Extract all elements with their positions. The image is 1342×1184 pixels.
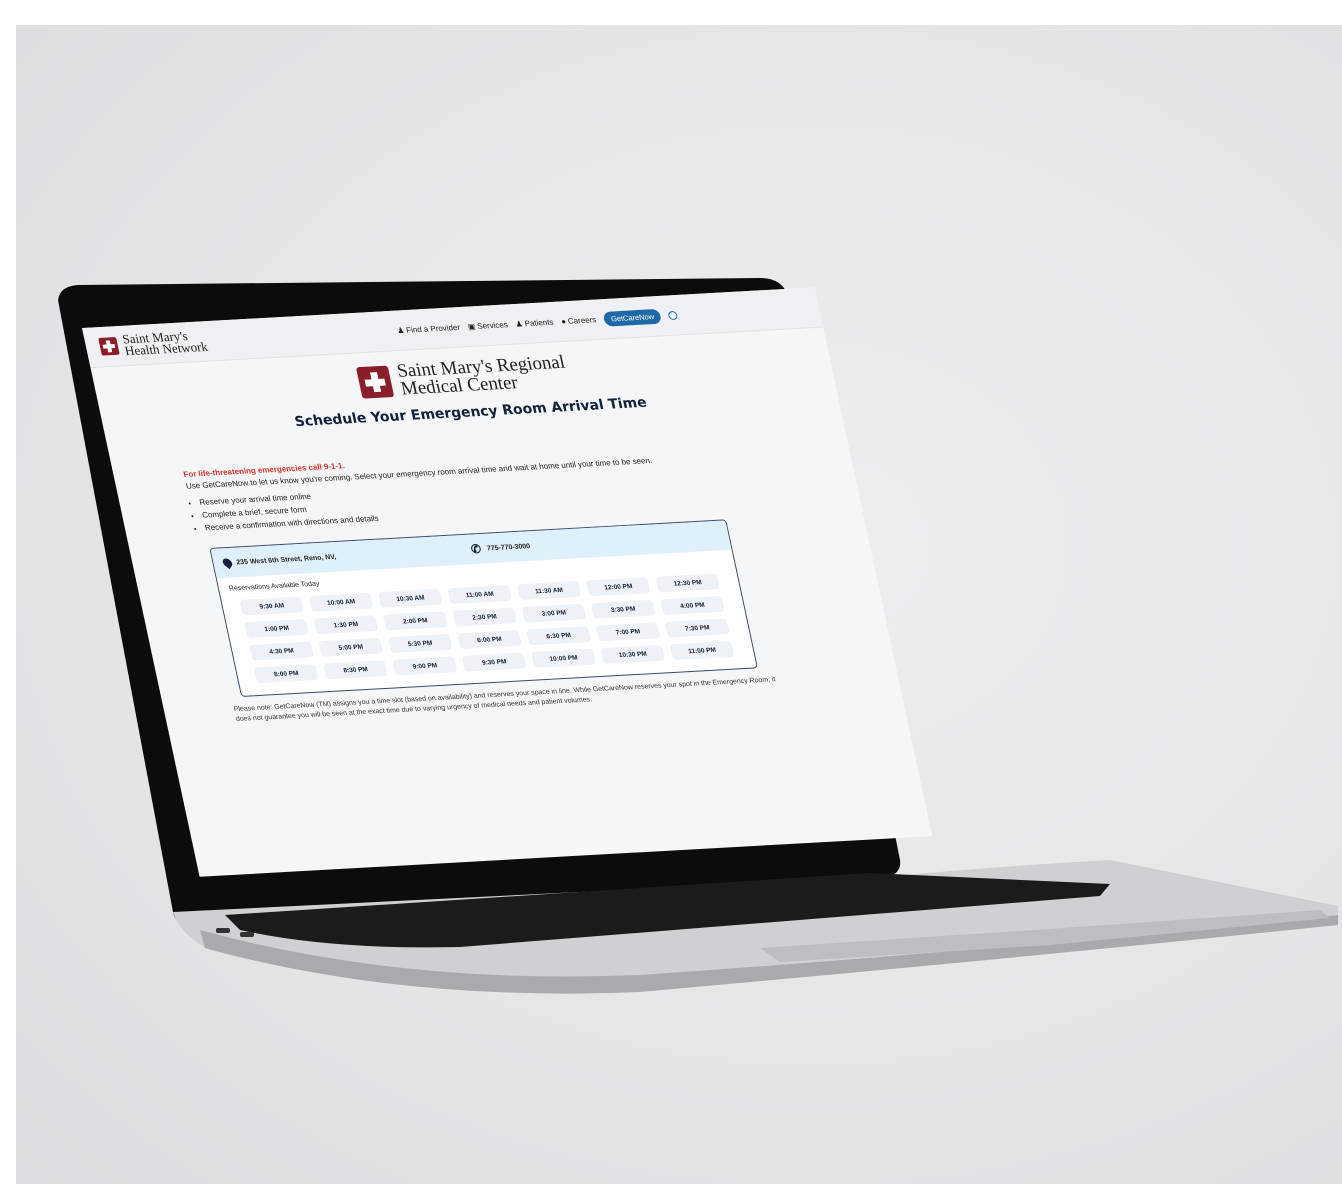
phone-text: 775-770-3000 [486,542,531,552]
reservation-card: 235 West 6th Street, Reno, NV, ✆ 775-770… [209,519,758,697]
time-slot-button[interactable]: 9:30 PM [461,652,527,672]
nav-services[interactable]: ▣ Services [467,320,509,331]
provider-icon: ♟ [396,325,406,335]
time-slot-button[interactable]: 8:30 PM [323,660,388,680]
time-slot-button[interactable]: 11:00 PM [669,641,735,661]
time-slot-button[interactable]: 2:30 PM [452,607,517,627]
time-slot-button[interactable]: 3:30 PM [590,599,656,619]
main-nav: ♟ Find a Provider ▣ Services ♟ Patients … [395,307,679,337]
time-slot-button[interactable]: 1:00 PM [244,619,310,639]
nav-label: Careers [566,314,598,326]
time-slot-button[interactable]: 10:30 PM [600,644,666,664]
time-slot-button[interactable]: 9:30 AM [239,596,305,616]
browser-screen: Saint Mary's Health Network ♟ Find a Pro… [82,287,933,877]
map-pin-icon [221,556,234,570]
time-slot-button[interactable]: 11:30 AM [516,581,582,601]
patients-icon: ♟ [514,318,524,329]
phone[interactable]: ✆ 775-770-3000 [470,539,532,556]
search-icon[interactable] [667,310,679,320]
time-slot-button[interactable]: 12:00 PM [585,577,651,597]
time-slot-button[interactable]: 9:00 PM [392,656,458,676]
time-slot-button[interactable]: 10:30 AM [378,588,443,608]
nav-careers[interactable]: ● Careers [560,315,597,326]
address-text: 235 West 6th Street, Reno, NV, [235,553,337,566]
usb-port [240,932,254,937]
nav-find-provider[interactable]: ♟ Find a Provider [396,322,461,334]
time-slot-button[interactable]: 4:30 PM [249,641,314,661]
services-icon: ▣ [466,321,477,331]
facility-name: Saint Mary's Regional Medical Center [395,351,567,400]
brand-name: Saint Mary's Health Network [120,328,210,359]
phone-icon: ✆ [469,541,483,557]
time-slot-button[interactable]: 5:30 PM [387,633,453,653]
intro-section: For life-threatening emergencies call 9-… [106,400,894,701]
address: 235 West 6th Street, Reno, NV, [221,544,472,570]
time-slot-button[interactable]: 2:00 PM [382,611,448,631]
cross-logo-icon [98,337,120,356]
time-slot-button[interactable]: 1:30 PM [313,615,379,635]
nav-label: Find a Provider [405,322,461,335]
time-slot-button[interactable]: 12:30 PM [655,573,720,593]
nav-label: Services [476,319,509,331]
laptop: Saint Mary's Health Network ♟ Find a Pro… [0,0,1342,1184]
usb-port [216,928,230,933]
nav-patients[interactable]: ♟ Patients [515,317,555,328]
time-slot-button[interactable]: 8:00 PM [253,664,319,684]
time-slot-button[interactable]: 7:30 PM [664,618,730,638]
careers-icon: ● [560,316,567,326]
getcarenow-button[interactable]: GetCareNow [602,308,663,327]
time-slot-button[interactable]: 3:00 PM [521,603,587,623]
time-slot-button[interactable]: 4:00 PM [660,595,725,616]
time-slot-button[interactable]: 11:00 AM [447,584,513,605]
time-slot-button[interactable]: 6:30 PM [526,626,592,646]
time-slot-button[interactable]: 10:00 AM [308,592,374,612]
time-slot-button[interactable]: 5:00 PM [318,637,384,657]
cross-logo-icon [356,365,395,399]
time-slot-button[interactable]: 6:00 PM [457,630,522,650]
nav-label: Patients [523,317,555,328]
time-slot-button[interactable]: 7:00 PM [595,622,661,642]
time-slot-button[interactable]: 10:00 PM [531,648,596,668]
